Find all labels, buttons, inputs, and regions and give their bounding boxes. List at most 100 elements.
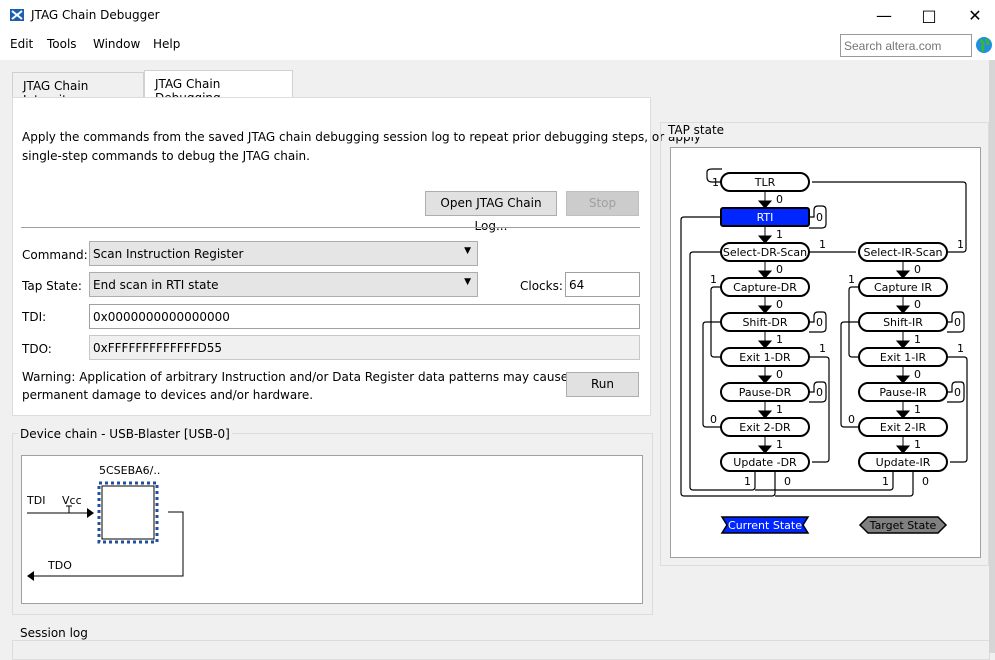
tap-state-label: Exit 2-DR (739, 421, 791, 434)
title-bar: JTAG Chain Debugger — □ ✕ (0, 0, 995, 31)
arrow-down-icon (757, 340, 773, 349)
tab-jtag-chain-integrity[interactable]: JTAG Chain Integrity (12, 72, 144, 107)
tap-state-label: Pause-DR (739, 386, 792, 399)
tdo-label: TDO: (22, 342, 52, 356)
tap-state-label: Pause-IR (879, 386, 927, 399)
tap-state-label: Capture IR (874, 281, 932, 294)
search-input[interactable] (840, 34, 972, 57)
arrow-down-icon (895, 270, 911, 279)
tap-state-select[interactable]: End scan in RTI state ▼ (89, 272, 478, 297)
description-text-2: single-step commands to debug the JTAG c… (22, 149, 310, 163)
tdo-output: 0xFFFFFFFFFFFFFD55 (89, 335, 640, 360)
arrow-down-icon (757, 410, 773, 419)
menu-tools[interactable]: Tools (47, 37, 77, 51)
warning-text: Warning: Application of arbitrary Instru… (22, 370, 569, 384)
arrow-down-icon (895, 375, 911, 384)
transition-label: 1 (712, 176, 719, 189)
arrow-down-icon (757, 270, 773, 279)
transition-label: 0 (776, 298, 783, 311)
tap-state-group-label: TAP state (666, 123, 727, 137)
legend-current-state: Current State (728, 519, 802, 532)
tap-state-label: TLR (754, 176, 776, 189)
tap-state-label: Select-IR-Scan (863, 246, 942, 259)
arrow-down-icon (895, 305, 911, 314)
arrow-down-icon (895, 340, 911, 349)
arrow-down-icon (757, 305, 773, 314)
tap-state-label: Capture-DR (733, 281, 797, 294)
command-select[interactable]: Scan Instruction Register ▼ (89, 241, 478, 266)
tdo-arrow-icon (27, 571, 34, 581)
tdi-input[interactable]: 0x0000000000000000 (89, 304, 640, 329)
command-label: Command: (22, 248, 88, 262)
tap-state-label: Shift-DR (742, 316, 787, 329)
transition-label: 0 (784, 475, 791, 488)
run-button[interactable]: Run (566, 372, 639, 397)
tap-state-label: Update -DR (733, 456, 797, 469)
minimize-button[interactable]: — (869, 6, 899, 25)
transition-label: 1 (776, 333, 783, 346)
transition-label: 0 (816, 316, 823, 329)
description-text: Apply the commands from the saved JTAG c… (22, 130, 702, 144)
maximize-button[interactable]: □ (914, 6, 944, 25)
warning-text-2: permanent damage to devices and/or hardw… (22, 388, 314, 402)
tap-state-label: Shift-IR (883, 316, 923, 329)
transition-label: 0 (776, 193, 783, 206)
tdi-arrow-icon (87, 508, 94, 518)
transition-label: 0 (816, 386, 823, 399)
chevron-down-icon: ▼ (464, 277, 471, 287)
transition-label: 1 (819, 238, 826, 251)
clocks-label: Clocks: (520, 279, 563, 293)
transition-label: 1 (914, 333, 921, 346)
tap-state-label: Exit 2-IR (880, 421, 927, 434)
arrow-down-icon (895, 445, 911, 454)
menu-edit[interactable]: Edit (10, 37, 33, 51)
stop-button[interactable]: Stop (566, 191, 639, 216)
menu-help[interactable]: Help (153, 37, 180, 51)
clocks-input[interactable]: 64 (565, 272, 640, 297)
tap-state-label: Exit 1-IR (880, 351, 927, 364)
session-log-label: Session log (18, 626, 90, 640)
tap-state-value: End scan in RTI state (93, 278, 219, 292)
tdo-text: TDO (47, 559, 72, 572)
transition-label: 1 (914, 438, 921, 451)
device-chain-canvas: 5CSEBA6/.. TDI Vcc TDO (21, 455, 643, 604)
arrow-down-icon (757, 445, 773, 454)
arrow-down-icon (895, 410, 911, 419)
transition-label: 1 (744, 475, 751, 488)
window-title: JTAG Chain Debugger (31, 8, 160, 22)
tab-jtag-chain-debugging[interactable]: JTAG Chain Debugging (144, 70, 293, 105)
tap-state-diagram: TLR RTI Select-DR-Scan Capture-DR Shift-DR Ex… (680, 168, 968, 534)
globe-icon[interactable] (975, 36, 993, 54)
device-chip[interactable] (101, 485, 155, 540)
transition-label: 1 (848, 273, 855, 286)
transition-label: 0 (922, 475, 929, 488)
app-icon (10, 9, 24, 21)
device-name: 5CSEBA6/.. (99, 464, 160, 477)
transition-label: 1 (776, 438, 783, 451)
tdi-label: TDI: (22, 310, 47, 324)
transition-label: 1 (914, 403, 921, 416)
window-edge (989, 60, 995, 653)
transition-label: 0 (914, 298, 921, 311)
session-log-group (12, 640, 990, 660)
transition-label: 0 (914, 263, 921, 276)
arrow-down-icon (757, 200, 773, 209)
command-value: Scan Instruction Register (93, 247, 244, 261)
menu-window[interactable]: Window (93, 37, 140, 51)
tap-state-label: Tap State: (22, 279, 82, 293)
transition-label: 0 (776, 263, 783, 276)
transition-label: 0 (776, 368, 783, 381)
transition-label: 0 (816, 211, 823, 224)
device-chain-label: Device chain - USB-Blaster [USB-0] (18, 427, 232, 441)
tap-state-label: Update-IR (876, 456, 931, 469)
vcc-text: Vcc (62, 494, 82, 507)
transition-label: 0 (848, 413, 855, 426)
transition-label: 1 (957, 238, 964, 251)
tap-state-label: Exit 1-DR (739, 351, 791, 364)
open-jtag-chain-log-button[interactable]: Open JTAG Chain Log... (425, 191, 557, 233)
tap-state-label: Select-DR-Scan (723, 246, 807, 259)
tap-state-canvas: TLR RTI Select-DR-Scan Capture-DR Shift-DR Ex… (670, 147, 981, 558)
transition-label: 1 (710, 273, 717, 286)
legend-target-state: Target State (869, 519, 937, 532)
close-button[interactable]: ✕ (960, 6, 990, 25)
